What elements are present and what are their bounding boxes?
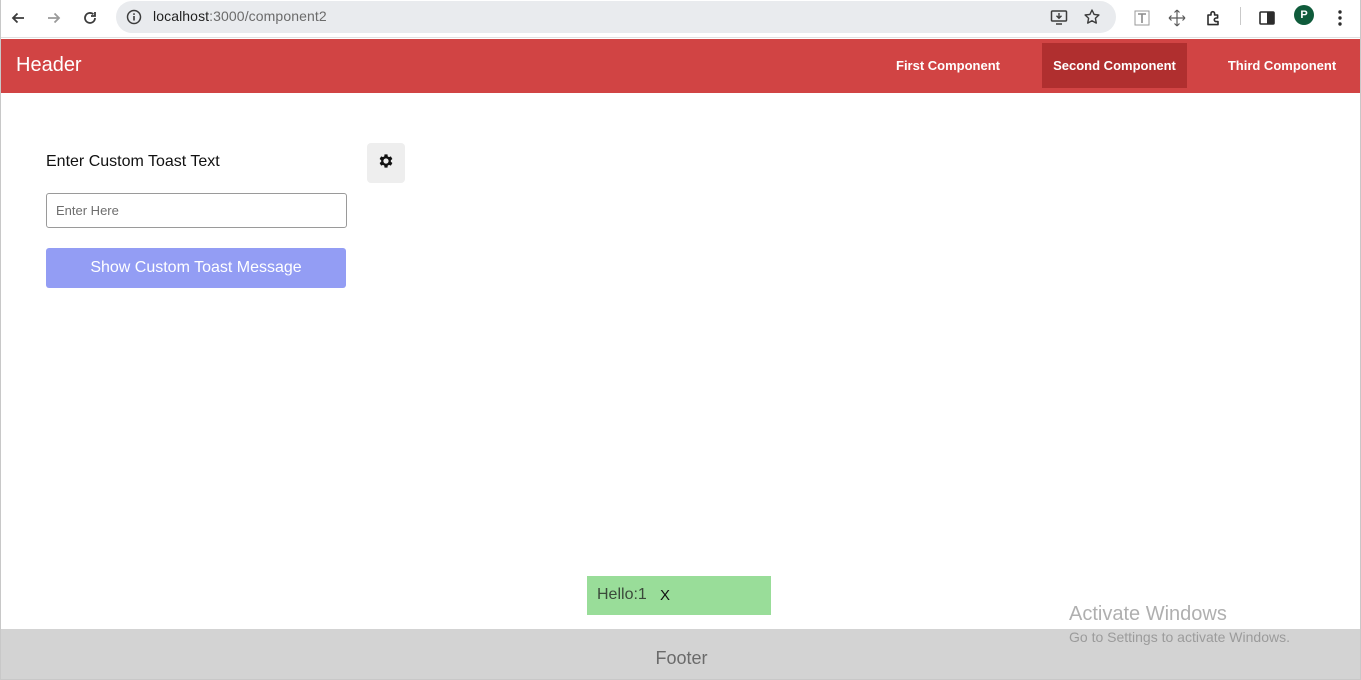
reload-icon[interactable] bbox=[76, 4, 104, 32]
nav-first-component[interactable]: First Component bbox=[879, 43, 1017, 88]
gear-icon bbox=[377, 152, 395, 175]
more-menu-icon[interactable] bbox=[1326, 4, 1354, 32]
text-extension-icon[interactable] bbox=[1128, 4, 1156, 32]
info-icon[interactable] bbox=[124, 7, 144, 27]
app-header: Header First Component Second Component … bbox=[1, 39, 1360, 93]
extensions-puzzle-icon[interactable] bbox=[1200, 4, 1228, 32]
activate-windows-title: Activate Windows bbox=[1069, 603, 1227, 625]
toolbar-separator bbox=[1240, 7, 1241, 25]
bookmark-star-icon[interactable] bbox=[1081, 6, 1103, 28]
url-text[interactable]: localhost:3000/component2 bbox=[153, 8, 327, 24]
toast-text: Hello:1 bbox=[597, 586, 647, 603]
move-extension-icon[interactable] bbox=[1163, 4, 1191, 32]
browser-window: localhost:3000/component2 P Header First… bbox=[0, 0, 1361, 680]
nav-third-component[interactable]: Third Component bbox=[1213, 43, 1351, 88]
settings-button[interactable] bbox=[367, 143, 405, 183]
footer-text: Footer bbox=[655, 648, 708, 668]
profile-avatar[interactable]: P bbox=[1294, 5, 1314, 25]
url-path: :3000/component2 bbox=[209, 8, 327, 24]
nav-second-component[interactable]: Second Component bbox=[1042, 43, 1187, 88]
toast-close-button[interactable]: X bbox=[660, 587, 670, 604]
activate-windows-subtitle: Go to Settings to activate Windows. bbox=[1069, 629, 1290, 645]
side-panel-icon[interactable] bbox=[1253, 4, 1281, 32]
toast-text-input[interactable] bbox=[46, 193, 347, 228]
header-title: Header bbox=[16, 54, 82, 76]
toast-text-label: Enter Custom Toast Text bbox=[46, 153, 220, 170]
address-bar[interactable]: localhost:3000/component2 bbox=[116, 1, 1116, 33]
toast-message: Hello:1 X bbox=[587, 576, 771, 615]
show-toast-button[interactable]: Show Custom Toast Message bbox=[46, 248, 346, 288]
install-app-icon[interactable] bbox=[1048, 6, 1070, 28]
back-arrow-icon[interactable] bbox=[4, 4, 32, 32]
url-host: localhost bbox=[153, 8, 210, 24]
browser-toolbar: localhost:3000/component2 P bbox=[1, 0, 1360, 38]
forward-arrow-icon[interactable] bbox=[40, 4, 68, 32]
